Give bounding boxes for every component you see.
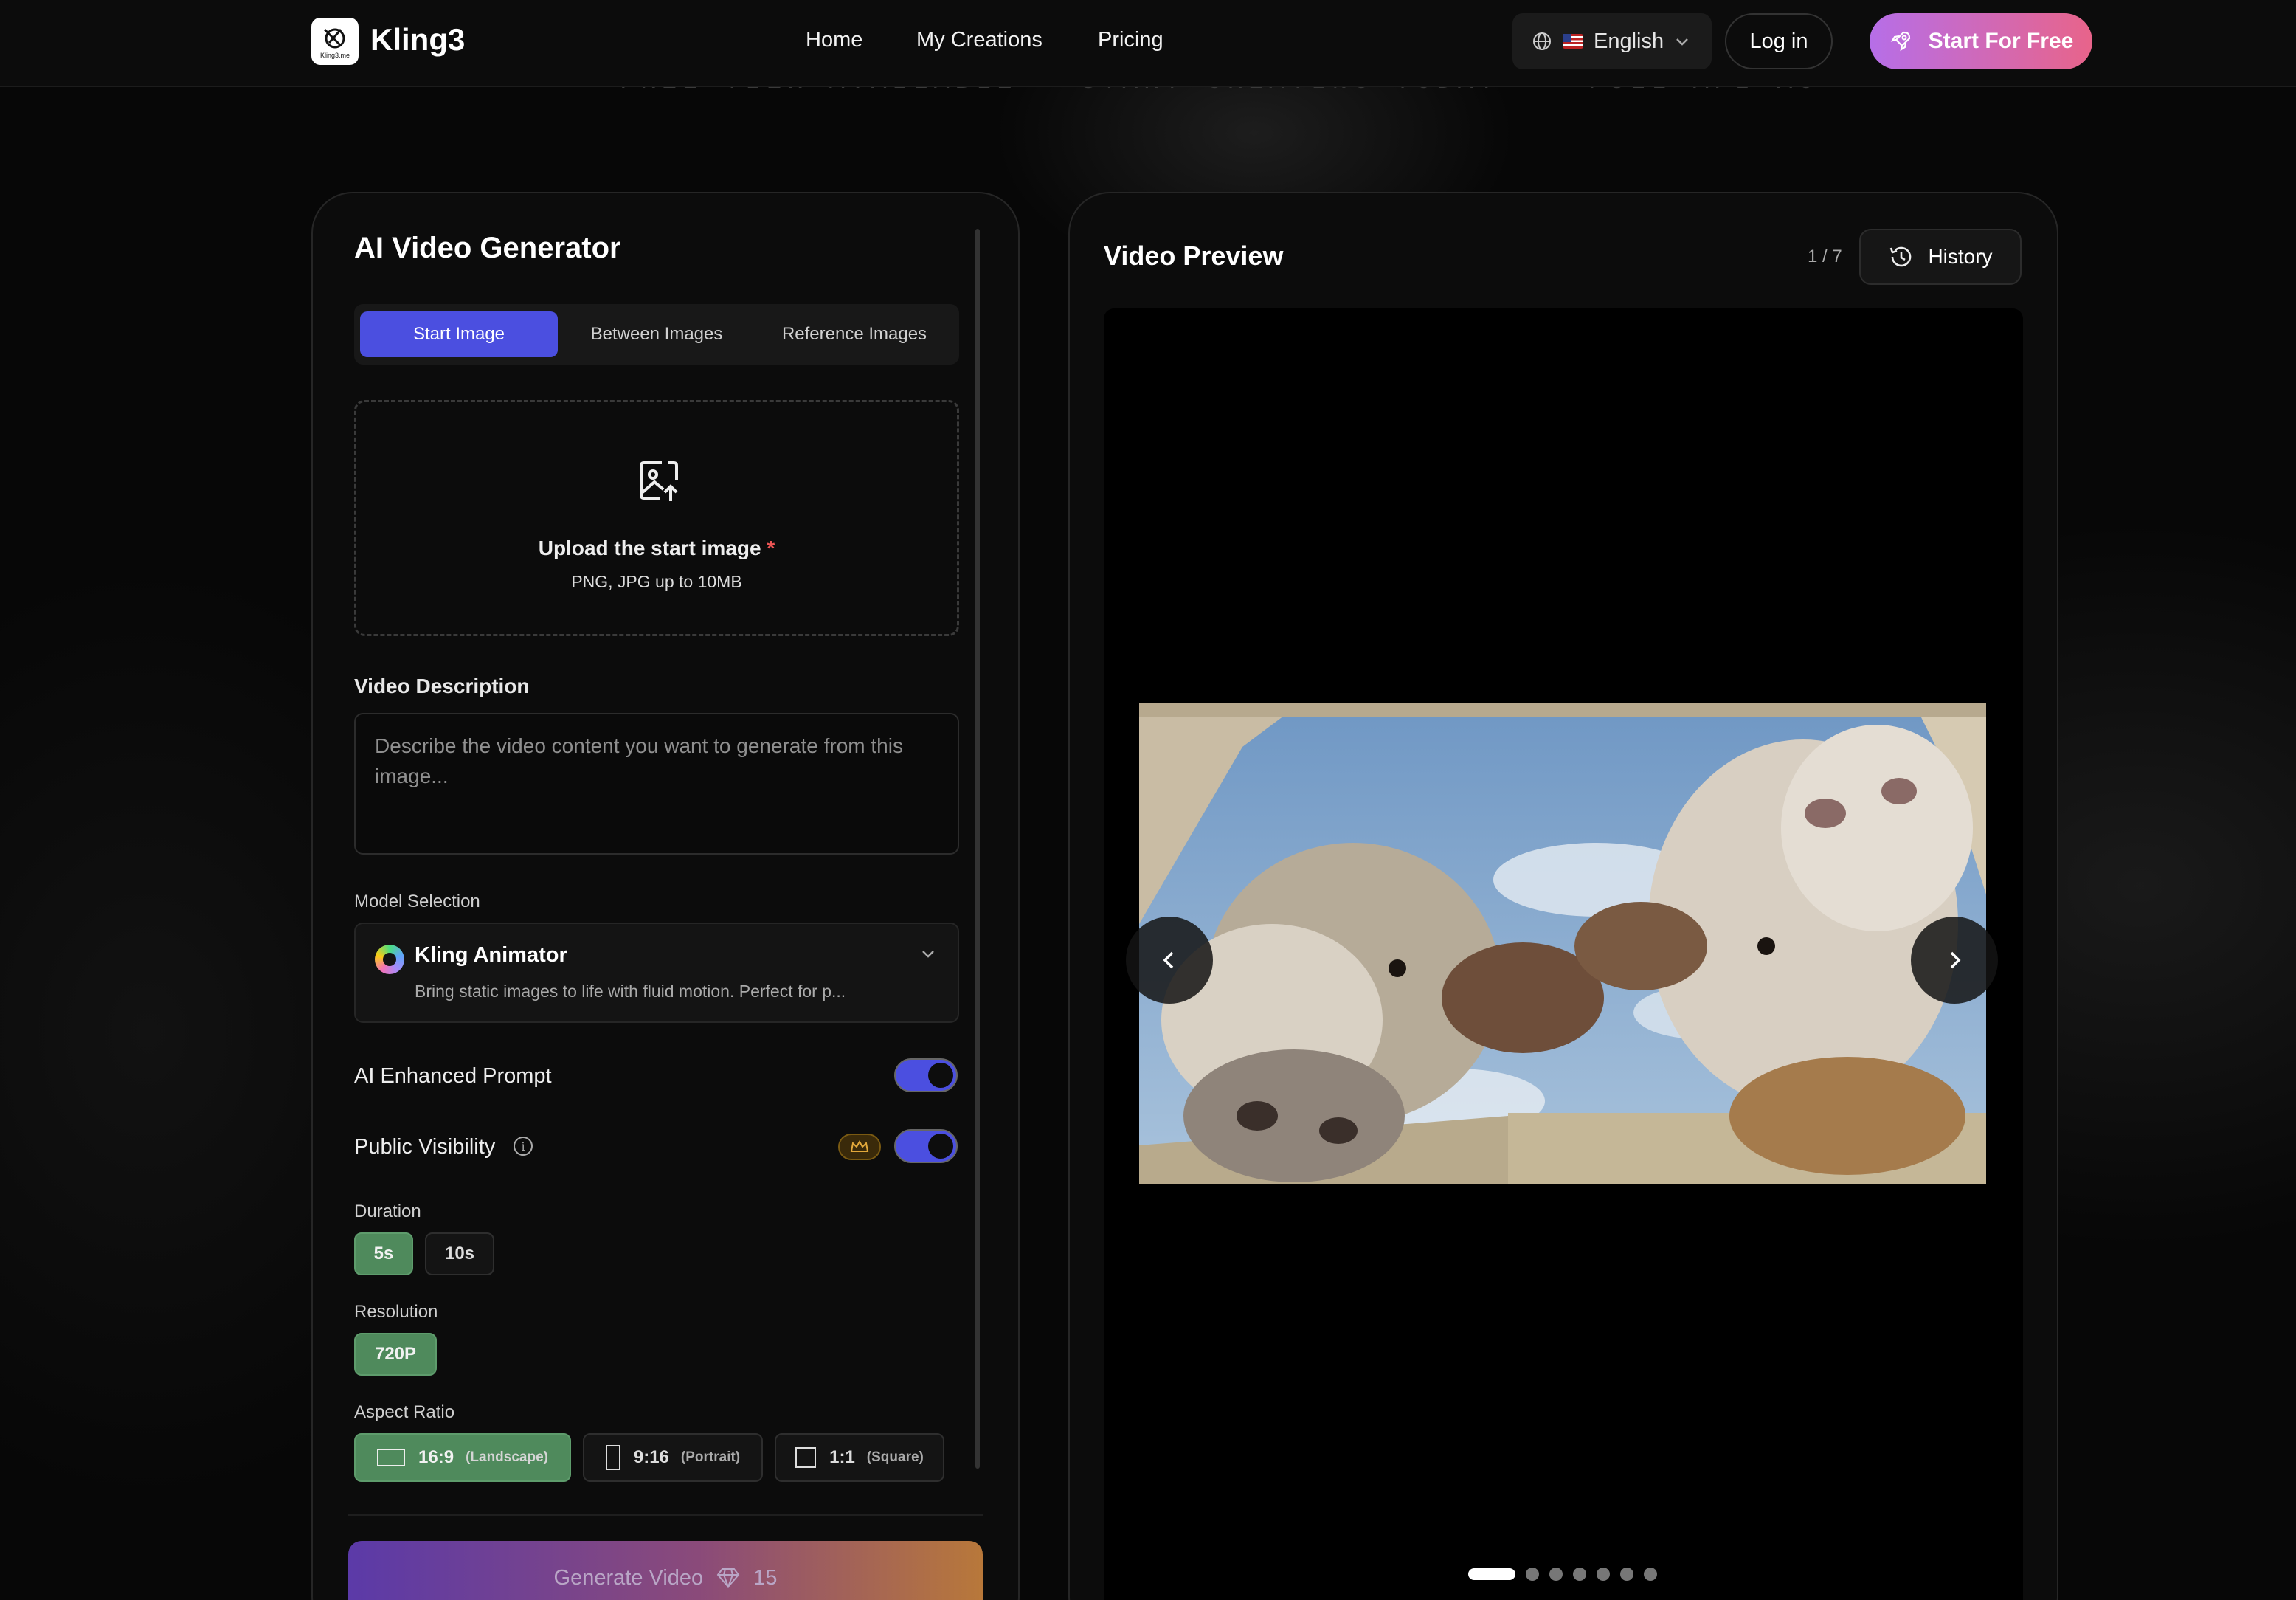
duration-5s[interactable]: 5s — [354, 1232, 413, 1275]
upload-title: Upload the start image * — [356, 537, 957, 560]
generate-cost: 15 — [753, 1565, 778, 1590]
chevron-down-icon — [922, 951, 934, 958]
slide-dot[interactable] — [1597, 1568, 1610, 1581]
resolution-label: Resolution — [354, 1302, 438, 1322]
tab-reference-images[interactable]: Reference Images — [755, 311, 953, 357]
logo[interactable]: Kling3.me — [311, 18, 359, 65]
landscape-icon — [377, 1449, 406, 1466]
gem-icon — [716, 1568, 740, 1588]
video-description-label: Video Description — [354, 675, 530, 697]
generate-video-button[interactable]: Generate Video 15 — [348, 1541, 983, 1600]
slide-dot[interactable] — [1468, 1568, 1515, 1580]
cows-image — [1139, 703, 1986, 1184]
ai-enhanced-prompt-label: AI Enhanced Prompt — [354, 1064, 552, 1088]
next-slide-button[interactable] — [1911, 917, 1998, 1004]
ai-enhanced-prompt-toggle[interactable] — [894, 1058, 958, 1092]
divider — [348, 1514, 983, 1516]
slide-dot[interactable] — [1620, 1568, 1633, 1581]
preview-title: Video Preview — [1104, 241, 1284, 271]
globe-icon — [1533, 32, 1551, 50]
aspect-ratio-value: 16:9 — [418, 1447, 454, 1467]
language-selector[interactable]: English — [1512, 13, 1712, 69]
slide-dot[interactable] — [1573, 1568, 1586, 1581]
aspect-ratio-name: (Portrait) — [680, 1449, 741, 1465]
tab-start-image[interactable]: Start Image — [360, 311, 558, 357]
duration-10s[interactable]: 10s — [425, 1232, 494, 1275]
logo-caption: Kling3.me — [319, 52, 350, 59]
info-icon[interactable]: i — [514, 1137, 533, 1156]
history-label: History — [1928, 245, 1993, 268]
image-upload-icon — [640, 461, 678, 501]
start-for-free-button[interactable]: Start For Free — [1870, 13, 2092, 69]
video-description-input[interactable]: Describe the video content you want to g… — [354, 713, 959, 855]
slide-dot[interactable] — [1644, 1568, 1657, 1581]
aspect-16-9[interactable]: 16:9 (Landscape) — [354, 1433, 571, 1482]
resolution-720p[interactable]: 720P — [354, 1333, 437, 1376]
public-visibility-label: Public Visibility — [354, 1135, 496, 1159]
aspect-ratio-name: (Square) — [866, 1449, 924, 1465]
history-icon — [1890, 246, 1912, 267]
start-for-free-label: Start For Free — [1928, 29, 2074, 53]
model-name: Kling Animator — [415, 943, 567, 967]
model-description: Bring static images to life with fluid m… — [415, 982, 846, 1001]
nav-pricing[interactable]: Pricing — [1098, 28, 1163, 52]
chevron-left-icon — [1163, 951, 1174, 969]
slide-dot[interactable] — [1549, 1568, 1563, 1581]
aspect-9-16[interactable]: 9:16 (Portrait) — [583, 1433, 763, 1482]
slide-indicators — [1468, 1568, 1657, 1581]
aspect-ratio-name: (Landscape) — [466, 1449, 548, 1465]
nav-home[interactable]: Home — [806, 28, 862, 52]
rocket-icon — [1890, 31, 1910, 52]
us-flag-icon — [1563, 34, 1583, 49]
history-button[interactable]: History — [1859, 229, 2022, 285]
previous-slide-button[interactable] — [1126, 917, 1213, 1004]
generate-label: Generate Video — [553, 1565, 704, 1590]
upload-title-text: Upload the start image — [538, 537, 761, 559]
square-icon — [795, 1447, 817, 1468]
start-image-upload[interactable]: Upload the start image * PNG, JPG up to … — [354, 400, 959, 636]
aspect-ratio-value: 9:16 — [633, 1447, 669, 1467]
tab-between-images[interactable]: Between Images — [558, 311, 755, 357]
chevron-down-icon — [1676, 38, 1689, 46]
login-button[interactable]: Log in — [1725, 13, 1833, 69]
aspect-ratio-value: 1:1 — [829, 1447, 855, 1467]
upload-hint: PNG, JPG up to 10MB — [571, 572, 742, 591]
brand-name[interactable]: Kling3 — [370, 22, 465, 58]
aspect-1-1[interactable]: 1:1 (Square) — [775, 1433, 944, 1482]
panel-scrollbar[interactable] — [975, 229, 980, 1469]
generator-title: AI Video Generator — [354, 232, 621, 264]
chevron-right-icon — [1950, 951, 1961, 969]
public-visibility-toggle[interactable] — [894, 1129, 958, 1163]
premium-crown-icon — [838, 1134, 881, 1160]
portrait-icon — [605, 1445, 620, 1470]
aspect-ratio-label: Aspect Ratio — [354, 1402, 455, 1422]
mode-tabs: Start Image Between Images Reference Ima… — [354, 304, 959, 365]
logo-icon — [323, 28, 345, 49]
model-select[interactable]: Kling Animator Bring static images to li… — [354, 923, 959, 1023]
preview-image[interactable] — [1139, 703, 1986, 1184]
required-mark: * — [767, 537, 775, 559]
top-navbar: Kling3.me Kling3 Home My Creations Prici… — [0, 0, 2296, 87]
nav-my-creations[interactable]: My Creations — [916, 28, 1042, 52]
slide-counter: 1 / 7 — [1808, 246, 1842, 266]
model-selection-label: Model Selection — [354, 892, 480, 911]
duration-label: Duration — [354, 1201, 421, 1221]
model-logo-icon — [375, 945, 404, 974]
language-label: English — [1594, 29, 1664, 53]
slide-dot[interactable] — [1526, 1568, 1539, 1581]
